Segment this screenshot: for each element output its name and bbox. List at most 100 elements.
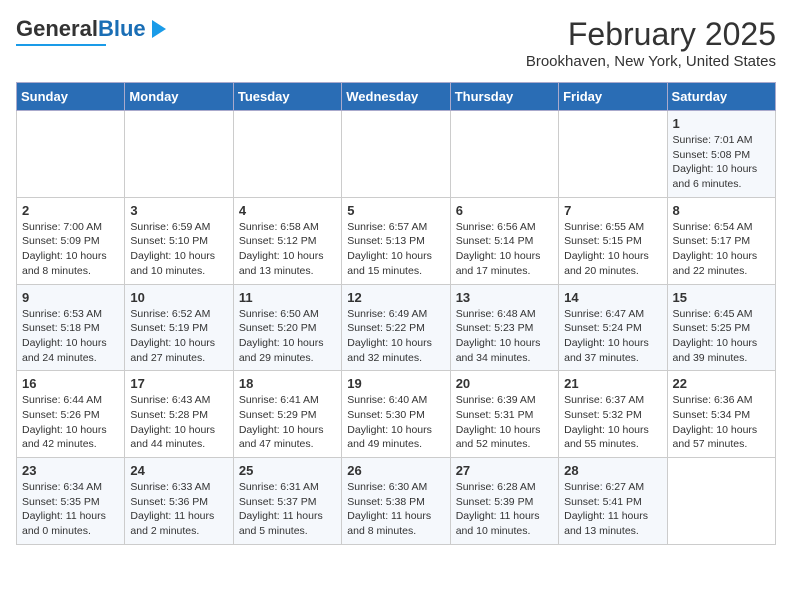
day-number: 6 (456, 203, 553, 218)
calendar-cell: 5 Sunrise: 6:57 AMSunset: 5:13 PMDaylight… (342, 197, 450, 284)
logo-general: General (16, 16, 98, 42)
cell-info: Sunrise: 6:40 AMSunset: 5:30 PMDaylight:… (347, 393, 444, 452)
col-thursday: Thursday (450, 83, 558, 111)
col-sunday: Sunday (17, 83, 125, 111)
col-friday: Friday (559, 83, 667, 111)
day-number: 16 (22, 376, 119, 391)
calendar-cell: 15 Sunrise: 6:45 AMSunset: 5:25 PMDayligh… (667, 284, 775, 371)
calendar-cell: 6 Sunrise: 6:56 AMSunset: 5:14 PMDaylight… (450, 197, 558, 284)
calendar-cell: 28 Sunrise: 6:27 AMSunset: 5:41 PMDayligh… (559, 458, 667, 545)
cell-info: Sunrise: 6:49 AMSunset: 5:22 PMDaylight:… (347, 307, 444, 366)
location-label: Brookhaven, New York, United States (526, 53, 776, 70)
calendar-week-2: 9 Sunrise: 6:53 AMSunset: 5:18 PMDaylight… (17, 284, 776, 371)
calendar-week-4: 23 Sunrise: 6:34 AMSunset: 5:35 PMDayligh… (17, 458, 776, 545)
calendar-cell (233, 111, 341, 198)
cell-info: Sunrise: 6:53 AMSunset: 5:18 PMDaylight:… (22, 307, 119, 366)
day-number: 26 (347, 463, 444, 478)
logo-arrow-icon (148, 18, 170, 40)
calendar-cell (450, 111, 558, 198)
calendar-cell: 22 Sunrise: 6:36 AMSunset: 5:34 PMDayligh… (667, 371, 775, 458)
day-number: 22 (673, 376, 770, 391)
calendar-cell: 18 Sunrise: 6:41 AMSunset: 5:29 PMDayligh… (233, 371, 341, 458)
calendar-week-3: 16Sunrise: 6:44 AMSunset: 5:26 PMDayligh… (17, 371, 776, 458)
cell-info: Sunrise: 6:33 AMSunset: 5:36 PMDaylight:… (130, 480, 227, 539)
day-number: 12 (347, 290, 444, 305)
calendar-cell: 13Sunrise: 6:48 AMSunset: 5:23 PMDayligh… (450, 284, 558, 371)
cell-info: Sunrise: 6:58 AMSunset: 5:12 PMDaylight:… (239, 220, 336, 279)
calendar-cell: 21 Sunrise: 6:37 AMSunset: 5:32 PMDayligh… (559, 371, 667, 458)
title-block: February 2025 Brookhaven, New York, Unit… (526, 16, 776, 70)
day-number: 2 (22, 203, 119, 218)
day-number: 25 (239, 463, 336, 478)
day-number: 23 (22, 463, 119, 478)
day-number: 10 (130, 290, 227, 305)
calendar-cell: 3Sunrise: 6:59 AMSunset: 5:10 PMDaylight… (125, 197, 233, 284)
calendar-cell: 26 Sunrise: 6:30 AMSunset: 5:38 PMDayligh… (342, 458, 450, 545)
day-number: 13 (456, 290, 553, 305)
cell-info: Sunrise: 6:55 AMSunset: 5:15 PMDaylight:… (564, 220, 661, 279)
calendar-cell: 4 Sunrise: 6:58 AMSunset: 5:12 PMDaylight… (233, 197, 341, 284)
calendar-cell (125, 111, 233, 198)
calendar-cell (342, 111, 450, 198)
cell-info: Sunrise: 6:47 AMSunset: 5:24 PMDaylight:… (564, 307, 661, 366)
calendar-cell (667, 458, 775, 545)
calendar-cell: 20Sunrise: 6:39 AMSunset: 5:31 PMDayligh… (450, 371, 558, 458)
day-number: 15 (673, 290, 770, 305)
calendar-cell: 16Sunrise: 6:44 AMSunset: 5:26 PMDayligh… (17, 371, 125, 458)
day-number: 28 (564, 463, 661, 478)
calendar-cell: 9 Sunrise: 6:53 AMSunset: 5:18 PMDaylight… (17, 284, 125, 371)
calendar-cell (559, 111, 667, 198)
cell-info: Sunrise: 6:50 AMSunset: 5:20 PMDaylight:… (239, 307, 336, 366)
calendar-cell: 19 Sunrise: 6:40 AMSunset: 5:30 PMDayligh… (342, 371, 450, 458)
day-number: 5 (347, 203, 444, 218)
calendar-table: Sunday Monday Tuesday Wednesday Thursday… (16, 82, 776, 545)
day-number: 7 (564, 203, 661, 218)
cell-info: Sunrise: 6:36 AMSunset: 5:34 PMDaylight:… (673, 393, 770, 452)
calendar-week-0: 1 Sunrise: 7:01 AMSunset: 5:08 PMDaylight… (17, 111, 776, 198)
day-number: 11 (239, 290, 336, 305)
calendar-cell: 25 Sunrise: 6:31 AMSunset: 5:37 PMDayligh… (233, 458, 341, 545)
header-row: Sunday Monday Tuesday Wednesday Thursday… (17, 83, 776, 111)
calendar-cell (17, 111, 125, 198)
calendar-week-1: 2 Sunrise: 7:00 AMSunset: 5:09 PMDaylight… (17, 197, 776, 284)
calendar-cell: 12 Sunrise: 6:49 AMSunset: 5:22 PMDayligh… (342, 284, 450, 371)
day-number: 18 (239, 376, 336, 391)
cell-info: Sunrise: 6:27 AMSunset: 5:41 PMDaylight:… (564, 480, 661, 539)
cell-info: Sunrise: 6:30 AMSunset: 5:38 PMDaylight:… (347, 480, 444, 539)
day-number: 17 (130, 376, 227, 391)
day-number: 27 (456, 463, 553, 478)
calendar-cell: 1 Sunrise: 7:01 AMSunset: 5:08 PMDaylight… (667, 111, 775, 198)
day-number: 24 (130, 463, 227, 478)
calendar-cell: 7 Sunrise: 6:55 AMSunset: 5:15 PMDaylight… (559, 197, 667, 284)
cell-info: Sunrise: 7:00 AMSunset: 5:09 PMDaylight:… (22, 220, 119, 279)
col-tuesday: Tuesday (233, 83, 341, 111)
cell-info: Sunrise: 6:31 AMSunset: 5:37 PMDaylight:… (239, 480, 336, 539)
logo: GeneralBlue (16, 16, 170, 46)
logo-blue: Blue (98, 16, 146, 42)
cell-info: Sunrise: 6:37 AMSunset: 5:32 PMDaylight:… (564, 393, 661, 452)
cell-info: Sunrise: 6:34 AMSunset: 5:35 PMDaylight:… (22, 480, 119, 539)
day-number: 20 (456, 376, 553, 391)
cell-info: Sunrise: 6:41 AMSunset: 5:29 PMDaylight:… (239, 393, 336, 452)
day-number: 19 (347, 376, 444, 391)
cell-info: Sunrise: 6:52 AMSunset: 5:19 PMDaylight:… (130, 307, 227, 366)
calendar-cell: 27Sunrise: 6:28 AMSunset: 5:39 PMDayligh… (450, 458, 558, 545)
day-number: 21 (564, 376, 661, 391)
day-number: 14 (564, 290, 661, 305)
cell-info: Sunrise: 6:54 AMSunset: 5:17 PMDaylight:… (673, 220, 770, 279)
calendar-cell: 10 Sunrise: 6:52 AMSunset: 5:19 PMDayligh… (125, 284, 233, 371)
cell-info: Sunrise: 6:56 AMSunset: 5:14 PMDaylight:… (456, 220, 553, 279)
col-monday: Monday (125, 83, 233, 111)
col-wednesday: Wednesday (342, 83, 450, 111)
page-header: GeneralBlue February 2025 Brookhaven, Ne… (16, 16, 776, 70)
calendar-cell: 14 Sunrise: 6:47 AMSunset: 5:24 PMDayligh… (559, 284, 667, 371)
cell-info: Sunrise: 7:01 AMSunset: 5:08 PMDaylight:… (673, 133, 770, 192)
cell-info: Sunrise: 6:45 AMSunset: 5:25 PMDaylight:… (673, 307, 770, 366)
calendar-cell: 8 Sunrise: 6:54 AMSunset: 5:17 PMDaylight… (667, 197, 775, 284)
day-number: 1 (673, 116, 770, 131)
day-number: 8 (673, 203, 770, 218)
day-number: 9 (22, 290, 119, 305)
cell-info: Sunrise: 6:57 AMSunset: 5:13 PMDaylight:… (347, 220, 444, 279)
calendar-cell: 24 Sunrise: 6:33 AMSunset: 5:36 PMDayligh… (125, 458, 233, 545)
day-number: 4 (239, 203, 336, 218)
